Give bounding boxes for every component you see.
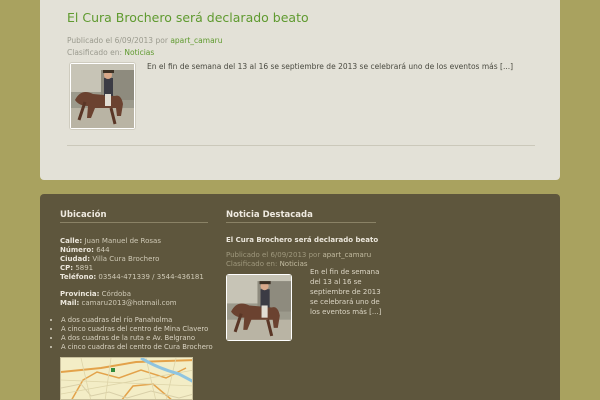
address-value: Juan Manuel de Rosas bbox=[84, 237, 161, 245]
featured-excerpt: En el fin de semana del 13 al 16 se sept… bbox=[310, 268, 382, 316]
footer: Ubicación Calle: Juan Manuel de Rosas Nú… bbox=[40, 194, 560, 400]
list-item: A cinco cuadras del centro de Cura Broch… bbox=[61, 343, 213, 352]
list-item: A dos cuadras del río Panaholma bbox=[61, 316, 213, 325]
list-item: A dos cuadras de la ruta e Av. Belgrano bbox=[61, 334, 213, 343]
map-thumbnail-icon bbox=[61, 358, 192, 399]
address-value: 644 bbox=[96, 246, 110, 254]
post-thumbnail[interactable] bbox=[69, 62, 136, 130]
published-prefix: Publicado el bbox=[67, 36, 113, 45]
classified-prefix: Clasificado en: bbox=[67, 48, 122, 57]
by-label: por bbox=[155, 36, 168, 45]
address-value: 03544-471339 / 3544-436181 bbox=[98, 273, 204, 281]
address-line: Número: 644 bbox=[60, 246, 204, 255]
location-heading: Ubicación bbox=[60, 210, 107, 220]
featured-thumbnail[interactable] bbox=[226, 274, 292, 341]
author-link[interactable]: apart_camaru bbox=[322, 251, 371, 259]
published-prefix: Publicado el bbox=[226, 251, 269, 259]
address-line: Teléfono: 03544-471339 / 3544-436181 bbox=[60, 273, 204, 282]
post-title-link[interactable]: El Cura Brochero será declarado beato bbox=[67, 10, 309, 25]
address-label: Número: bbox=[60, 246, 94, 254]
post-divider bbox=[67, 145, 535, 146]
address-label: Calle: bbox=[60, 237, 83, 245]
location-heading-rule bbox=[60, 222, 208, 223]
featured-category-meta: Clasificado en: Noticias bbox=[226, 260, 308, 268]
address-line: Calle: Juan Manuel de Rosas bbox=[60, 237, 204, 246]
map-thumbnail[interactable] bbox=[60, 357, 193, 400]
address-line: Mail: camaru2013@hotmail.com bbox=[60, 299, 204, 308]
published-date: 6/09/2013 bbox=[270, 251, 307, 259]
post-published-meta: Publicado el 6/09/2013 por apart_camaru bbox=[67, 36, 223, 45]
address-value: Córdoba bbox=[101, 290, 132, 298]
address-value: 5891 bbox=[75, 264, 94, 272]
mail-value: camaru2013@hotmail.com bbox=[81, 299, 177, 307]
address-line: Provincia: Córdoba bbox=[60, 290, 204, 299]
classified-prefix: Clasificado en: bbox=[226, 260, 278, 268]
published-date: 6/09/2013 bbox=[114, 36, 154, 45]
featured-post-title-link[interactable]: El Cura Brochero será declarado beato bbox=[226, 236, 378, 244]
post-excerpt: En el fin de semana del 13 al 16 se sept… bbox=[147, 62, 514, 71]
category-link[interactable]: Noticias bbox=[124, 48, 154, 57]
address-label: Provincia: bbox=[60, 290, 100, 298]
address-label: Mail: bbox=[60, 299, 80, 307]
address-label: CP: bbox=[60, 264, 74, 272]
author-link[interactable]: apart_camaru bbox=[170, 36, 222, 45]
address-label: Teléfono: bbox=[60, 273, 97, 281]
address-line: Ciudad: Villa Cura Brochero bbox=[60, 255, 204, 264]
address-label: Ciudad: bbox=[60, 255, 91, 263]
featured-published-meta: Publicado el 6/09/2013 por apart_camaru bbox=[226, 251, 371, 259]
list-item: A cinco cuadras del centro de Mina Clave… bbox=[61, 325, 213, 334]
by-label: por bbox=[308, 251, 321, 259]
address-value: Villa Cura Brochero bbox=[92, 255, 160, 263]
address-block: Calle: Juan Manuel de Rosas Número: 644 … bbox=[60, 237, 204, 308]
featured-heading-rule bbox=[226, 222, 376, 223]
address-line: CP: 5891 bbox=[60, 264, 204, 273]
category-link[interactable]: Noticias bbox=[280, 260, 308, 268]
post-category-meta: Clasificado en: Noticias bbox=[67, 48, 154, 57]
post-card: El Cura Brochero será declarado beato Pu… bbox=[40, 0, 560, 180]
location-bullets: A dos cuadras del río Panaholma A cinco … bbox=[52, 316, 213, 352]
horse-rider-photo-icon bbox=[227, 275, 291, 340]
horse-rider-photo-icon bbox=[71, 64, 134, 128]
featured-heading: Noticia Destacada bbox=[226, 210, 313, 220]
